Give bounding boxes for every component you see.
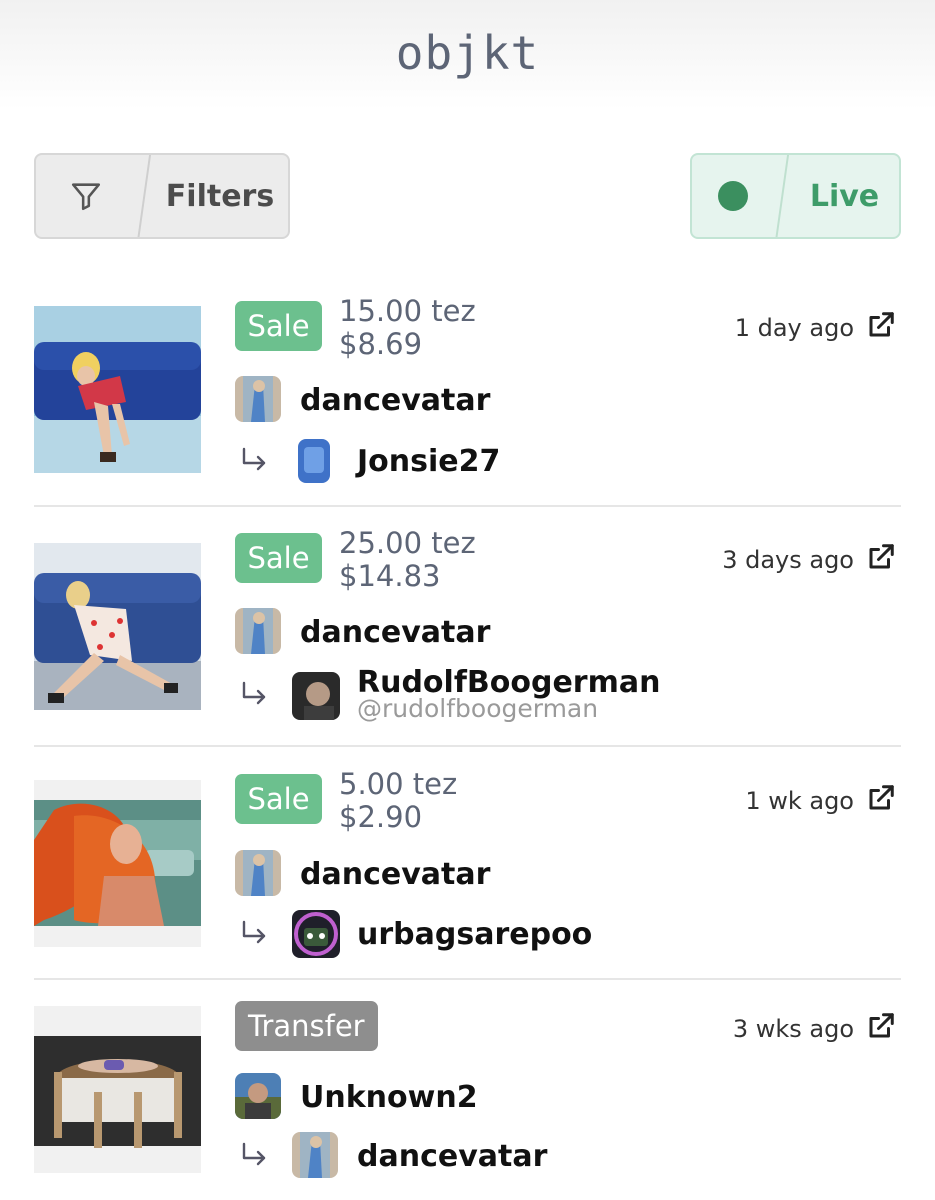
buyer-name[interactable]: Jonsie27 [357,444,500,479]
objkt-logo[interactable]: objkt [0,26,935,80]
reply-arrow-icon [242,1142,266,1166]
transfer-badge: Transfer [235,1001,378,1051]
button-divider [774,155,790,237]
reply-arrow-icon [242,681,266,705]
seller-name[interactable]: dancevatar [300,615,490,650]
timestamp: 3 wks ago [732,1015,854,1043]
timestamp: 1 day ago [734,314,854,342]
reply-arrow-icon [242,447,266,471]
recipient-avatar[interactable] [292,1132,338,1178]
reply-arrow-icon [242,920,266,944]
buyer-avatar[interactable] [292,437,336,485]
price-usd: $2.90 [339,800,423,834]
live-dot-icon [692,155,774,237]
seller-avatar[interactable] [235,850,281,896]
buyer-avatar[interactable] [292,910,340,958]
price-usd: $8.69 [339,327,423,361]
price-tez: 25.00 tez [339,526,476,560]
seller-name[interactable]: dancevatar [300,383,490,418]
external-link-icon[interactable] [866,1011,896,1041]
sale-badge: Sale [235,301,322,351]
live-label: Live [809,178,880,214]
app-header: objkt [0,0,935,110]
row-divider [34,745,901,747]
sender-name[interactable]: Unknown2 [300,1080,478,1115]
artwork-thumbnail[interactable] [34,543,201,710]
buyer-avatar[interactable] [292,672,340,720]
seller-name[interactable]: dancevatar [300,857,490,892]
sender-avatar[interactable] [235,1073,281,1119]
external-link-icon[interactable] [866,783,896,813]
price-tez: 5.00 tez [339,767,458,801]
timestamp: 3 days ago [722,546,854,574]
live-button[interactable]: Live [690,153,901,239]
sale-badge: Sale [235,774,322,824]
external-link-icon[interactable] [866,310,896,340]
artwork-thumbnail[interactable] [34,1006,201,1173]
buyer-handle[interactable]: @rudolfboogerman [357,694,598,723]
price-usd: $14.83 [339,559,441,593]
filters-button[interactable]: Filters [34,153,290,239]
filters-label: Filters [165,178,275,214]
artwork-thumbnail[interactable] [34,780,201,947]
recipient-name[interactable]: dancevatar [357,1139,547,1174]
seller-avatar[interactable] [235,376,281,422]
seller-avatar[interactable] [235,608,281,654]
row-divider [34,505,901,507]
artwork-thumbnail[interactable] [34,306,201,473]
timestamp: 1 wk ago [745,787,854,815]
button-divider [136,155,152,237]
external-link-icon[interactable] [866,542,896,572]
buyer-name[interactable]: urbagsarepoo [357,917,592,952]
row-divider [34,978,901,980]
filter-icon [36,155,136,237]
price-tez: 15.00 tez [339,294,476,328]
sale-badge: Sale [235,533,322,583]
